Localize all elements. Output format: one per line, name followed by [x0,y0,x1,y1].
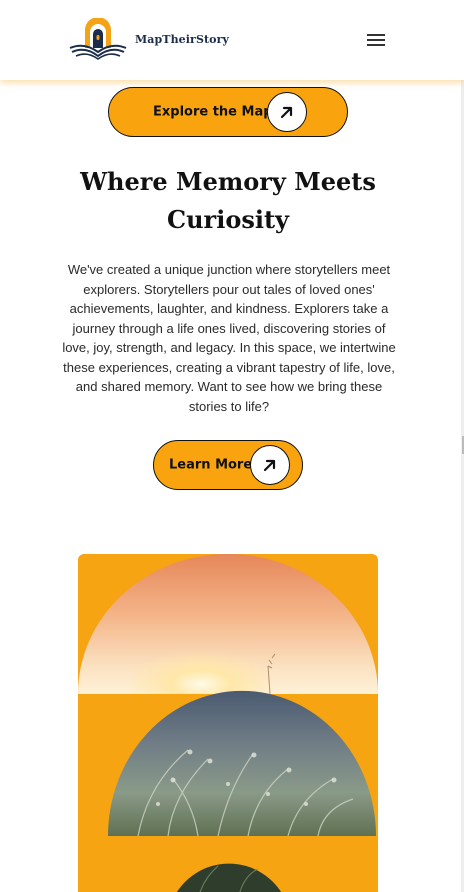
heading-line-1: Where Memory Meets [80,167,376,196]
brand-name[interactable]: MapTheirStory [135,33,229,46]
menu-line [367,39,385,41]
site-header: MapTheirStory [0,0,464,80]
heading-line-2: Curiosity [167,205,289,234]
arrow-up-right-icon [250,445,290,485]
explore-map-button-label: Explore the Map [153,104,273,120]
hamburger-menu-icon[interactable] [366,32,388,48]
learn-more-button[interactable]: Learn More [153,440,303,490]
page: MapTheirStory Explore the Map Where Memo… [0,0,464,892]
menu-line [367,44,385,46]
image-card [78,554,378,892]
book-arch-logo-icon[interactable] [68,18,128,62]
menu-line [367,34,385,36]
section-heading: Where Memory Meets Curiosity [60,163,396,239]
explore-map-button[interactable]: Explore the Map [108,87,348,137]
arrow-up-right-icon [267,92,307,132]
intro-paragraph: We've created a unique junction where st… [62,262,396,414]
sunset-field-image [78,554,378,892]
learn-more-button-label: Learn More [169,457,253,473]
